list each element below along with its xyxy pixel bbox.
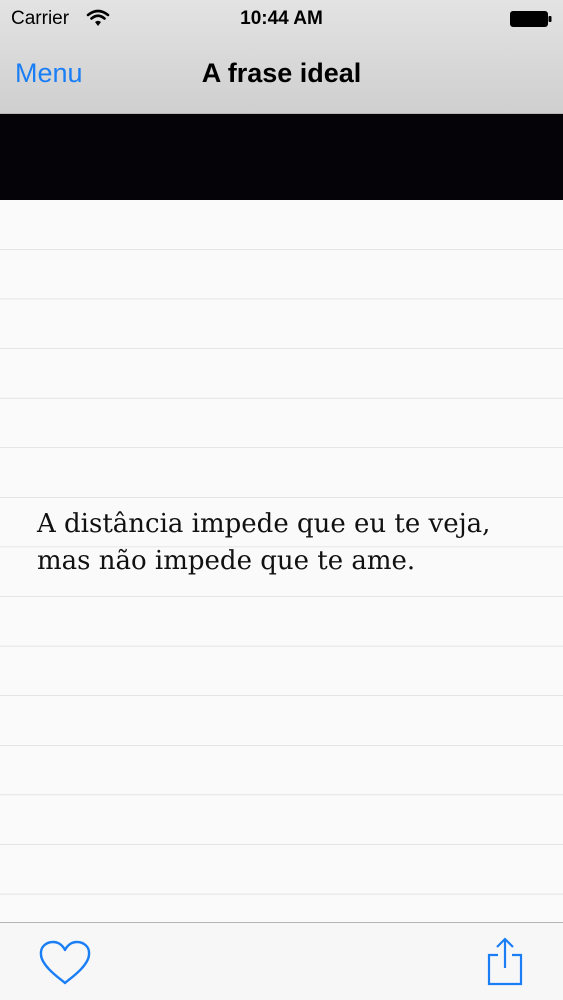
lined-paper: A distância impede que eu te veja, mas n… xyxy=(0,200,563,922)
heart-icon[interactable] xyxy=(38,939,92,987)
ad-banner[interactable] xyxy=(0,114,563,200)
top-bars: Carrier 10:44 AM Menu A frase ideal xyxy=(0,0,563,114)
status-time: 10:44 AM xyxy=(240,8,323,29)
page-title: A frase ideal xyxy=(201,58,362,88)
app-screen: Carrier 10:44 AM Menu A frase ideal A di… xyxy=(0,0,563,1000)
share-icon[interactable] xyxy=(486,937,524,987)
battery-icon xyxy=(510,11,552,27)
status-bar: Carrier 10:44 AM xyxy=(0,0,563,38)
quote-text: A distância impede que eu te veja, mas n… xyxy=(37,509,491,576)
navigation-bar: Menu A frase ideal xyxy=(0,38,563,113)
bottom-toolbar xyxy=(0,922,563,1000)
